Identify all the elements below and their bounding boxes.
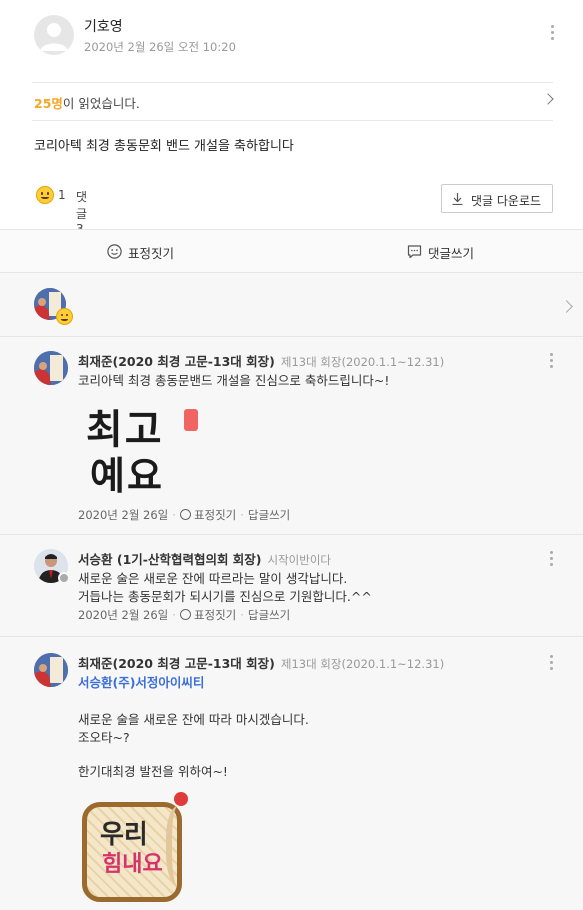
readers-count: 25명 <box>34 96 63 111</box>
comment-icon <box>407 245 422 259</box>
comment-react-button[interactable]: 표정짓기 <box>179 608 237 622</box>
chevron-right-icon[interactable] <box>560 300 573 313</box>
download-comments-button[interactable]: 댓글 다운로드 <box>441 184 553 213</box>
mention-link[interactable]: 서승환(주)서정아이씨티 <box>78 672 204 691</box>
reply-button[interactable]: 답글쓰기 <box>248 608 290 622</box>
readers-link[interactable]: 25명이 읽었습니다. <box>34 93 140 112</box>
comment-text: 새로운 술은 새로운 잔에 따르라는 말이 생각납니다. <box>78 571 348 586</box>
comment-text: 코리아텍 최경 총동문밴드 개설을 진심으로 축하드립니다~! <box>78 373 390 388</box>
commenter-avatar-image <box>34 351 68 385</box>
comment-react-button[interactable]: 표정짓기 <box>179 508 237 522</box>
sticker-text-line: 예요 <box>90 453 164 498</box>
smile-emoji-icon <box>36 186 54 204</box>
comment-item: 최재준(2020 최경 고문-13대 회장) 제13대 회장(2020.1.1~1… <box>0 637 583 910</box>
commenter-name-text: 서승환 (1기-산학협력협의회 회장) <box>78 552 262 567</box>
comment-item: 서승환 (1기-산학협력협의회 회장) 시작이반이다 새로운 술은 새로운 잔에 … <box>0 535 583 637</box>
comment-text: 거듭나는 총동문회가 되시기를 진심으로 기원합니다.^^ <box>78 589 372 604</box>
comment-react-label: 표정짓기 <box>193 508 237 522</box>
commenter-name-text: 최재준(2020 최경 고문-13대 회장) <box>78 656 275 671</box>
chevron-right-icon[interactable] <box>542 93 554 105</box>
divider <box>32 82 553 83</box>
comment-list: 최재준(2020 최경 고문-13대 회장) 제13대 회장(2020.1.1~1… <box>0 337 583 910</box>
commenter-name[interactable]: 최재준(2020 최경 고문-13대 회장) 제13대 회장(2020.1.1~1… <box>78 351 444 370</box>
divider <box>32 120 553 121</box>
smile-emoji-icon <box>56 308 73 325</box>
default-avatar-icon <box>40 23 68 51</box>
download-icon <box>452 193 463 205</box>
react-label: 표정짓기 <box>128 246 175 261</box>
smile-icon <box>179 509 191 520</box>
comment-label: 댓글쓰기 <box>428 246 475 261</box>
commenter-avatar-image <box>34 653 68 687</box>
comment-text: 새로운 술을 새로운 잔에 따라 마시겠습니다. <box>78 712 309 727</box>
comment-text: 한기대최경 발전을 위하여~! <box>78 764 228 779</box>
reply-button[interactable]: 답글쓰기 <box>248 508 290 522</box>
comment-text: 조오타~? <box>78 730 130 745</box>
sticker-image: 우리 힘내요 <box>80 792 210 907</box>
commenter-role: 시작이반이다 <box>267 553 331 567</box>
sticker-image: 최고 예요 <box>86 397 206 498</box>
post-date: 2020년 2월 26일 오전 10:20 <box>84 40 236 54</box>
readers-suffix: 이 읽었습니다. <box>62 96 140 111</box>
download-label: 댓글 다운로드 <box>471 194 542 208</box>
commenter-avatar[interactable] <box>34 653 68 687</box>
commenter-avatar[interactable] <box>34 351 68 385</box>
flower-icon <box>174 792 188 806</box>
commenter-name[interactable]: 최재준(2020 최경 고문-13대 회장) 제13대 회장(2020.1.1~1… <box>78 653 444 672</box>
reactors-strip[interactable] <box>0 273 583 337</box>
thumbs-up-icon <box>184 409 198 431</box>
post-body: 코리아텍 최경 총동문회 밴드 개설을 축하합니다 <box>34 139 294 154</box>
commenter-name-text: 최재준(2020 최경 고문-13대 회장) <box>78 354 275 369</box>
comment-date: 2020년 2월 26일 <box>78 608 169 622</box>
author-name[interactable]: 기호영 <box>84 16 123 36</box>
comment-more-icon[interactable] <box>548 353 554 371</box>
post-header: 기호영 2020년 2월 26일 오전 10:20 <box>0 0 583 78</box>
commenter-role: 제13대 회장(2020.1.1~12.31) <box>280 355 445 369</box>
smile-icon <box>107 244 122 259</box>
comment-more-icon[interactable] <box>548 551 554 569</box>
sticker-text-line: 힘내요 <box>102 851 163 877</box>
badge-icon <box>58 572 70 584</box>
smile-icon <box>179 609 191 620</box>
post-action-bar: 표정짓기 댓글쓰기 <box>0 229 583 273</box>
comment-more-icon[interactable] <box>548 655 554 673</box>
comment-react-label: 표정짓기 <box>193 608 237 622</box>
comment-item: 최재준(2020 최경 고문-13대 회장) 제13대 회장(2020.1.1~1… <box>0 337 583 535</box>
commenter-role: 제13대 회장(2020.1.1~12.31) <box>280 657 445 671</box>
ginseng-icon <box>166 806 196 886</box>
comment-meta: 2020년 2월 26일 · 표정짓기 · 답글쓰기 <box>78 608 291 622</box>
commenter-name[interactable]: 서승환 (1기-산학협력협의회 회장) 시작이반이다 <box>78 549 331 568</box>
comment-date: 2020년 2월 26일 <box>78 508 169 522</box>
reaction-count: 1 <box>58 188 66 202</box>
post-more-icon[interactable] <box>549 25 555 43</box>
author-avatar[interactable] <box>34 15 74 55</box>
comment-meta: 2020년 2월 26일 · 표정짓기 · 답글쓰기 <box>78 508 291 522</box>
